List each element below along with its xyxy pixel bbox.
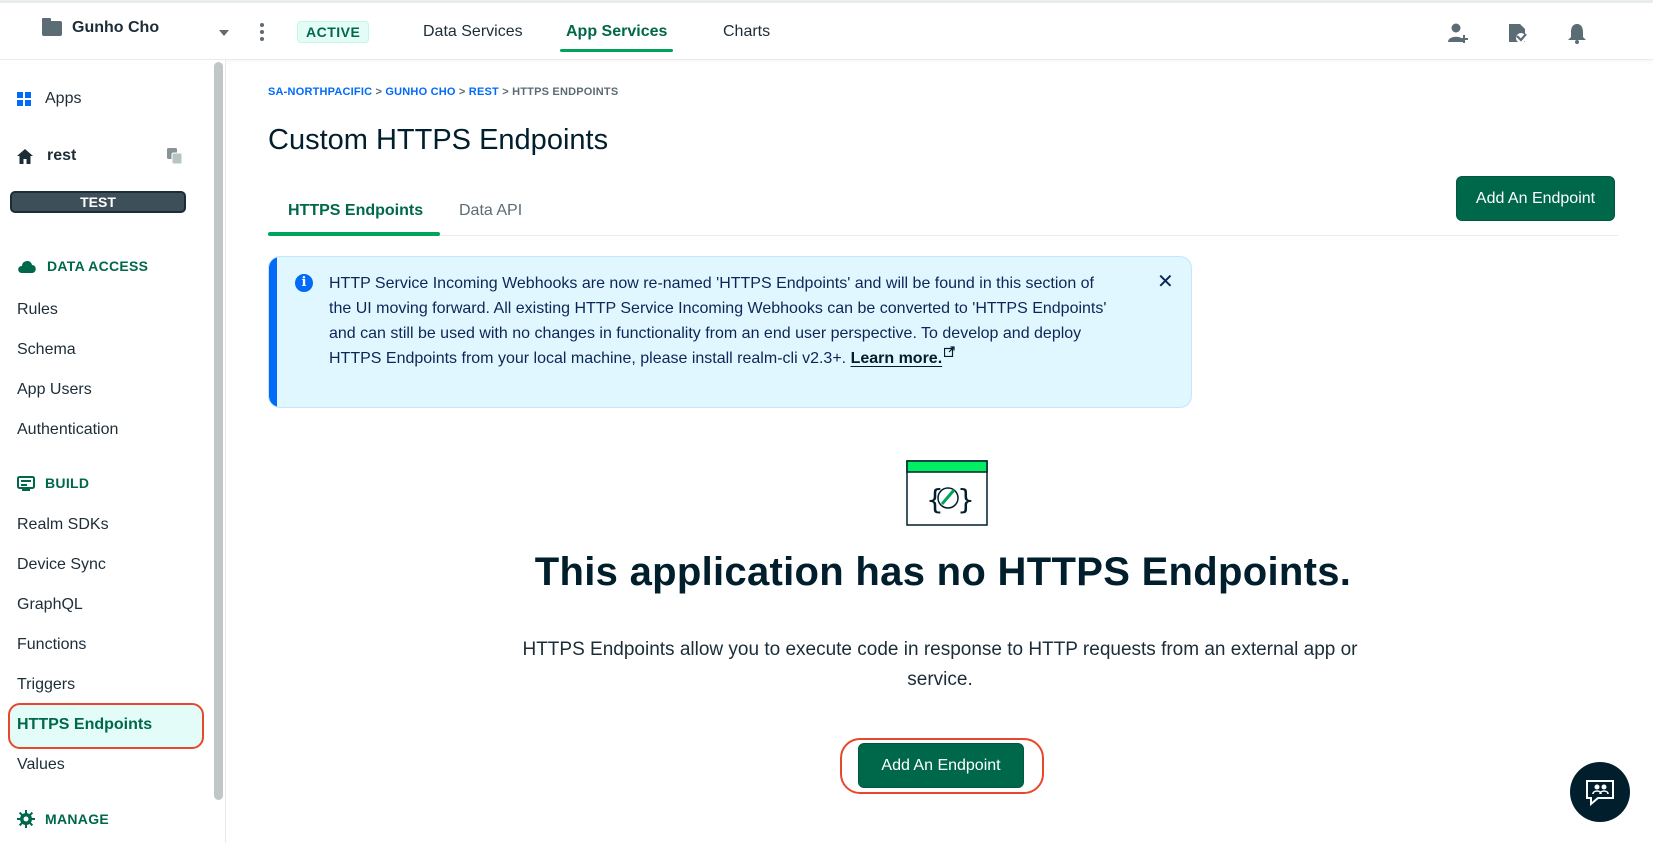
add-endpoint-empty-button[interactable]: Add An Endpoint <box>858 743 1024 788</box>
info-icon: i <box>295 274 313 292</box>
kebab-menu-icon[interactable] <box>260 23 264 41</box>
folder-icon <box>42 17 62 36</box>
close-icon[interactable]: ✕ <box>1157 269 1174 294</box>
top-bar: Gunho Cho ACTIVE Data Services App Servi… <box>0 0 1653 60</box>
chevron-down-icon[interactable] <box>219 30 229 36</box>
org-name: Gunho Cho <box>72 19 160 36</box>
bell-icon[interactable] <box>1566 22 1588 44</box>
sidebar-item-rules[interactable]: Rules <box>17 301 58 319</box>
tab-data-api[interactable]: Data API <box>459 202 522 220</box>
chat-button[interactable] <box>1570 762 1630 822</box>
sidebar-item-schema[interactable]: Schema <box>17 341 76 359</box>
page-title: Custom HTTPS Endpoints <box>268 124 609 156</box>
breadcrumb: SA-NORTHPACIFIC > GUNHO CHO > REST > HTT… <box>268 86 619 98</box>
invite-user-icon[interactable] <box>1447 22 1469 44</box>
sidebar-scrollbar[interactable] <box>214 62 223 800</box>
gear-icon <box>17 810 35 828</box>
learn-more-link[interactable]: Learn more. <box>851 350 943 367</box>
sidebar-item-functions[interactable]: Functions <box>17 636 86 654</box>
home-icon <box>17 148 33 164</box>
sidebar-item-device-sync[interactable]: Device Sync <box>17 556 106 574</box>
info-banner: i HTTP Service Incoming Webhooks are now… <box>268 256 1192 408</box>
app-name: rest <box>47 147 77 164</box>
sidebar-item-app-home[interactable]: rest <box>17 147 76 165</box>
tab-app-services[interactable]: App Services <box>559 3 674 60</box>
section-build[interactable]: BUILD <box>17 475 89 491</box>
external-link-icon <box>944 346 955 358</box>
banner-accent <box>269 257 277 407</box>
sidebar-item-app-users[interactable]: App Users <box>17 381 92 399</box>
sidebar-item-realm-sdks[interactable]: Realm SDKs <box>17 516 109 534</box>
sidebar-item-authentication[interactable]: Authentication <box>17 421 118 439</box>
tab-data-services[interactable]: Data Services <box>423 3 523 60</box>
breadcrumb-app[interactable]: REST <box>469 86 499 98</box>
sidebar-item-apps[interactable]: Apps <box>17 90 81 108</box>
breadcrumb-current: HTTPS ENDPOINTS <box>512 86 619 98</box>
sidebar-item-https-endpoints[interactable]: HTTPS Endpoints <box>17 716 152 734</box>
sidebar-item-values[interactable]: Values <box>17 756 65 774</box>
tab-bar: HTTPS Endpoints Data API <box>268 192 1618 236</box>
grid-icon <box>17 92 31 106</box>
copy-icon[interactable] <box>166 147 184 165</box>
support-icon[interactable] <box>1506 22 1528 44</box>
org-switcher[interactable]: Gunho Cho <box>42 17 160 37</box>
sidebar-item-graphql[interactable]: GraphQL <box>17 596 83 614</box>
endpoint-illustration-icon: { } <box>906 460 988 526</box>
tab-underline <box>268 232 440 236</box>
environment-badge: TEST <box>10 191 186 213</box>
monitor-icon <box>17 475 35 491</box>
breadcrumb-project[interactable]: GUNHO CHO <box>385 86 455 98</box>
chat-icon <box>1586 780 1614 807</box>
sidebar-item-label: Apps <box>45 90 82 107</box>
tab-charts[interactable]: Charts <box>723 3 770 60</box>
status-badge: ACTIVE <box>297 21 370 43</box>
svg-text:}: } <box>957 483 975 516</box>
sidebar-item-triggers[interactable]: Triggers <box>17 676 75 694</box>
breadcrumb-org-group[interactable]: SA-NORTHPACIFIC <box>268 86 372 98</box>
tab-https-endpoints[interactable]: HTTPS Endpoints <box>288 202 423 220</box>
banner-message: HTTP Service Incoming Webhooks are now r… <box>329 275 1107 367</box>
empty-state-title: This application has no HTTPS Endpoints. <box>534 550 1352 594</box>
section-data-access[interactable]: DATA ACCESS <box>17 258 148 274</box>
cloud-icon <box>18 260 36 273</box>
svg-text:{: { <box>926 483 944 516</box>
empty-state-description: HTTPS Endpoints allow you to execute cod… <box>522 639 1358 690</box>
section-manage[interactable]: MANAGE <box>17 810 109 828</box>
